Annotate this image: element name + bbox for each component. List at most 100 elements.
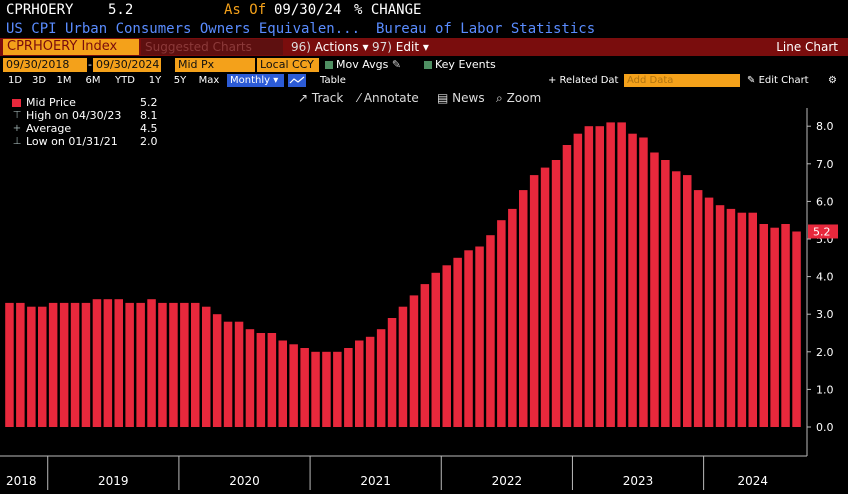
bar — [70, 302, 80, 427]
bar — [81, 302, 91, 427]
bar — [38, 306, 47, 427]
bar — [486, 235, 495, 427]
bar — [158, 302, 167, 427]
bar — [169, 302, 178, 427]
bar — [256, 333, 266, 427]
bar — [519, 190, 528, 427]
y-tick-label: 6.0 — [816, 195, 834, 208]
bar — [147, 299, 156, 427]
bar — [639, 137, 648, 427]
average-marker-icon: + — [12, 123, 22, 134]
legend-item-high: ⊤ High on 04/30/23 8.1 — [8, 109, 168, 122]
bar — [672, 171, 681, 427]
bar — [27, 306, 36, 427]
bar — [234, 321, 244, 427]
low-marker-icon: ⊥ — [12, 136, 22, 147]
bar — [125, 302, 134, 427]
bar — [202, 306, 211, 427]
bar — [92, 299, 102, 427]
x-year-label: 2022 — [492, 474, 523, 488]
bar — [420, 284, 430, 427]
bar — [311, 351, 320, 427]
legend-swatch — [12, 99, 21, 107]
bar — [191, 302, 200, 427]
bar — [792, 231, 801, 427]
bar — [180, 302, 189, 427]
bar — [103, 299, 113, 427]
bar — [748, 212, 757, 427]
bar — [278, 340, 287, 427]
legend-label: High on 04/30/23 — [26, 109, 122, 122]
y-tick-label: 3.0 — [816, 308, 834, 321]
x-year-label: 2024 — [738, 474, 769, 488]
bar — [59, 302, 69, 427]
bar — [606, 122, 615, 428]
bar — [650, 152, 659, 427]
bar — [628, 133, 637, 427]
bar — [529, 175, 539, 427]
bar — [770, 227, 779, 427]
x-year-label: 2021 — [360, 474, 391, 488]
bar — [562, 145, 572, 427]
legend-item-average: + Average 4.5 — [8, 122, 168, 135]
high-marker-icon: ⊤ — [12, 110, 22, 121]
last-value-label: 5.2 — [813, 225, 831, 238]
legend-label: Low on 01/31/21 — [26, 135, 118, 148]
bar — [376, 329, 386, 427]
bar — [497, 220, 506, 427]
bar — [409, 295, 419, 427]
x-year-label: 2018 — [6, 474, 37, 488]
bar — [322, 351, 331, 427]
bar — [683, 175, 692, 427]
legend-value: 8.1 — [140, 109, 158, 122]
bar — [704, 197, 714, 427]
y-tick-label: 1.0 — [816, 383, 834, 396]
legend-label: Mid Price — [26, 96, 76, 109]
bar — [267, 333, 277, 427]
bar — [464, 250, 473, 427]
bar — [584, 126, 594, 427]
bar — [781, 224, 790, 427]
y-tick-label: 2.0 — [816, 346, 834, 359]
bar — [300, 348, 309, 427]
bar — [223, 321, 233, 427]
x-year-label: 2020 — [229, 474, 260, 488]
legend-item-low: ⊥ Low on 01/31/21 2.0 — [8, 135, 168, 148]
bar — [365, 336, 375, 427]
y-tick-label: 0.0 — [816, 421, 834, 434]
y-tick-label: 7.0 — [816, 158, 834, 171]
bar — [114, 299, 123, 427]
bar — [693, 190, 703, 427]
legend-value: 5.2 — [140, 96, 158, 109]
bar — [573, 133, 583, 427]
bar — [715, 205, 725, 427]
bar — [551, 160, 561, 427]
legend-value: 4.5 — [140, 122, 158, 135]
legend-value: 2.0 — [140, 135, 158, 148]
x-year-label: 2023 — [623, 474, 654, 488]
bar — [289, 344, 298, 427]
bar — [617, 122, 626, 428]
y-tick-label: 4.0 — [816, 271, 834, 284]
bar — [355, 340, 364, 427]
bar — [540, 167, 550, 427]
bar — [344, 348, 353, 427]
bar — [16, 302, 25, 427]
legend-item-mid-price: Mid Price 5.2 — [8, 96, 168, 109]
bar — [726, 208, 736, 427]
bar — [661, 160, 670, 427]
bar — [212, 314, 222, 427]
bar — [387, 318, 397, 427]
bar — [508, 208, 517, 427]
bar — [453, 257, 462, 427]
legend-label: Average — [26, 122, 72, 135]
bar-chart: 0.01.02.03.04.05.06.07.08.05.22018 2019 20… — [0, 108, 838, 490]
bar — [759, 224, 768, 427]
x-year-label: 2019 — [98, 474, 129, 488]
bar — [398, 306, 408, 427]
bar — [431, 272, 440, 427]
bar — [48, 302, 58, 427]
bar — [737, 212, 747, 427]
bar — [475, 246, 484, 427]
bar — [245, 329, 255, 427]
